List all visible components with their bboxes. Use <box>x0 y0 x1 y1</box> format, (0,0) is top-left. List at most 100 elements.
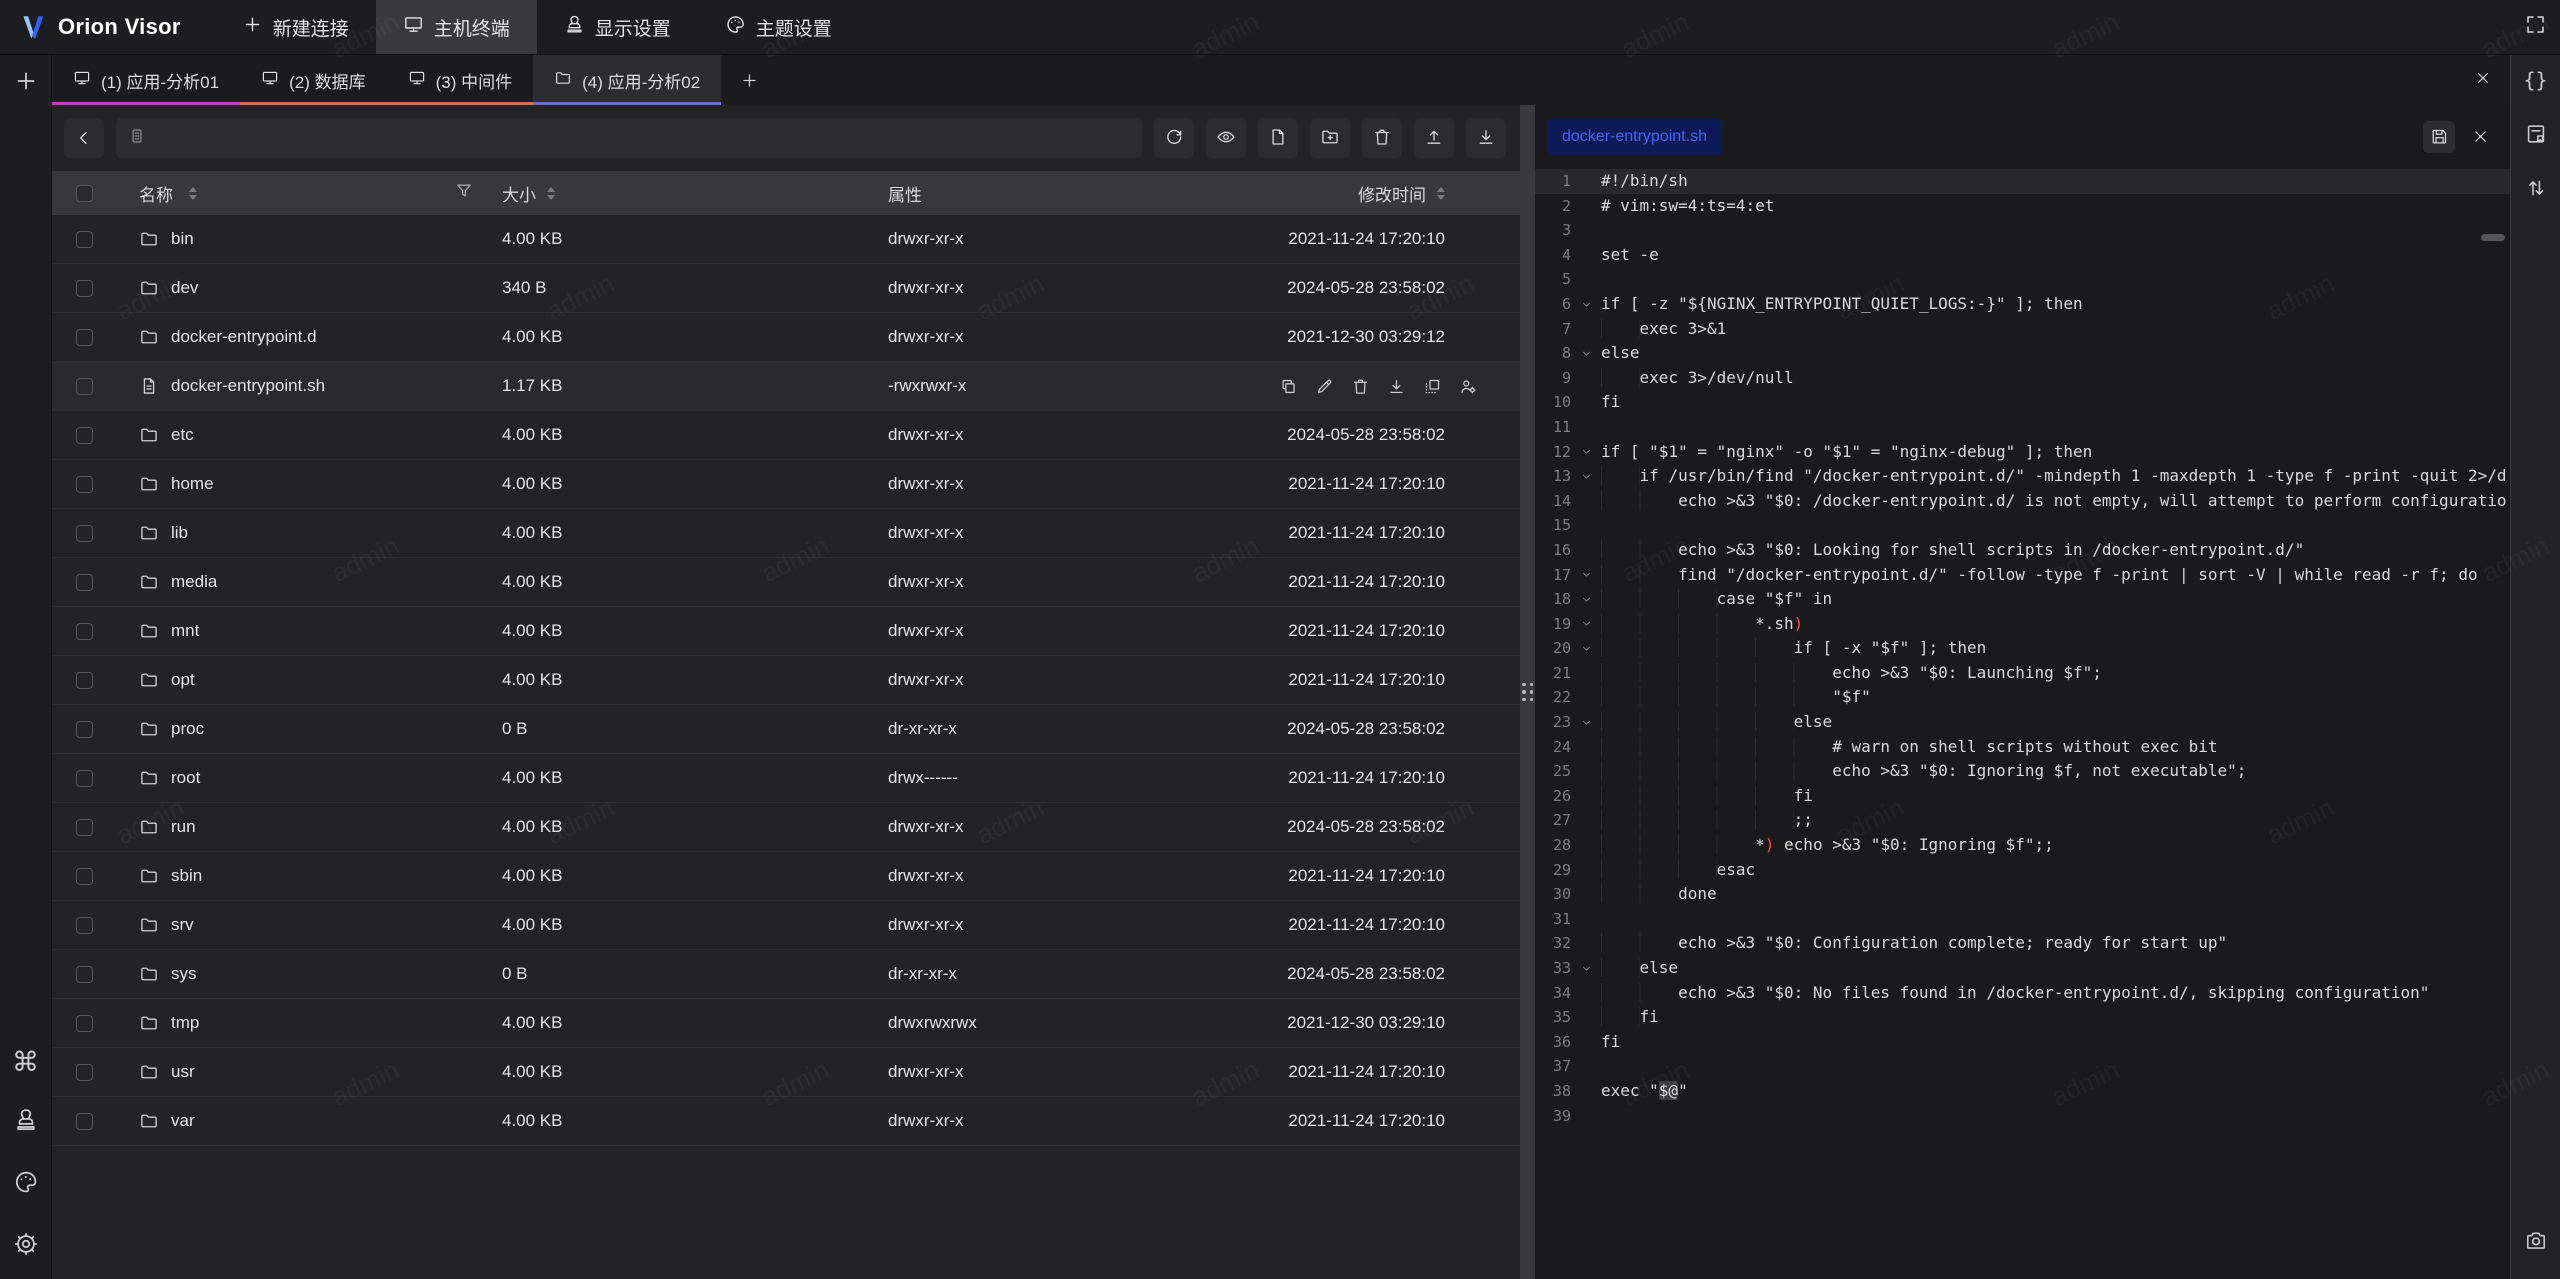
edit-icon[interactable] <box>1315 377 1334 396</box>
row-checkbox[interactable] <box>76 917 93 934</box>
editor-file-tab[interactable]: docker-entrypoint.sh <box>1547 119 1722 155</box>
fold-chevron-icon[interactable] <box>1573 587 1599 612</box>
row-checkbox[interactable] <box>76 770 93 787</box>
menu-item-3[interactable]: 显示设置 <box>537 0 698 54</box>
new-file-button[interactable] <box>1258 118 1298 158</box>
table-row[interactable]: sbin4.00 KBdrwxr-xr-x2021-11-24 17:20:10 <box>52 852 1520 901</box>
row-checkbox[interactable] <box>76 525 93 542</box>
fold-chevron-icon[interactable] <box>1573 956 1599 981</box>
sort-caret-icon[interactable] <box>189 187 197 200</box>
delete-button[interactable] <box>1362 118 1402 158</box>
column-header-1[interactable]: 名称 <box>118 181 492 206</box>
table-row[interactable]: opt4.00 KBdrwxr-xr-x2021-11-24 17:20:10 <box>52 656 1520 705</box>
sidebar-plus-button[interactable] <box>13 68 39 99</box>
row-checkbox[interactable] <box>76 819 93 836</box>
strip-sort-switch-button[interactable] <box>2524 176 2548 200</box>
app-logo[interactable]: Orion Visor <box>0 0 215 54</box>
upload-button[interactable] <box>1414 118 1454 158</box>
table-row[interactable]: docker-entrypoint.sh1.17 KB-rwxrwxr-x <box>52 362 1520 411</box>
scrollbar-thumb[interactable] <box>2481 234 2505 241</box>
table-row[interactable]: root4.00 KBdrwx------2021-11-24 17:20:10 <box>52 754 1520 803</box>
download-icon[interactable] <box>1387 377 1406 396</box>
table-row[interactable]: mnt4.00 KBdrwxr-xr-x2021-11-24 17:20:10 <box>52 607 1520 656</box>
table-row[interactable]: media4.00 KBdrwxr-xr-x2021-11-24 17:20:1… <box>52 558 1520 607</box>
row-checkbox[interactable] <box>76 966 93 983</box>
code-token: * <box>1755 835 1765 854</box>
fold-chevron-icon[interactable] <box>1573 710 1599 735</box>
row-checkbox[interactable] <box>76 721 93 738</box>
download-button[interactable] <box>1466 118 1506 158</box>
row-checkbox[interactable] <box>76 476 93 493</box>
path-input[interactable] <box>154 129 1130 147</box>
fold-chevron-icon[interactable] <box>1573 292 1599 317</box>
row-checkbox[interactable] <box>76 378 93 395</box>
table-row[interactable]: lib4.00 KBdrwxr-xr-x2021-11-24 17:20:10 <box>52 509 1520 558</box>
fold-chevron-icon[interactable] <box>1573 636 1599 661</box>
new-folder-button[interactable] <box>1310 118 1350 158</box>
sidebar-gear-button[interactable] <box>13 1231 39 1262</box>
row-checkbox[interactable] <box>76 574 93 591</box>
row-checkbox[interactable] <box>76 329 93 346</box>
column-header-2[interactable]: 大小 <box>492 181 878 206</box>
fold-chevron-icon[interactable] <box>1573 440 1599 465</box>
table-row[interactable]: proc0 Bdr-xr-xr-x2024-05-28 23:58:02 <box>52 705 1520 754</box>
row-checkbox[interactable] <box>76 1113 93 1130</box>
sidebar-command-button[interactable]: ⌘ <box>12 1049 39 1076</box>
copy-icon[interactable] <box>1279 377 1298 396</box>
permission-icon[interactable] <box>1459 377 1478 396</box>
table-row[interactable]: run4.00 KBdrwxr-xr-x2024-05-28 23:58:02 <box>52 803 1520 852</box>
table-row[interactable]: usr4.00 KBdrwxr-xr-x2021-11-24 17:20:10 <box>52 1048 1520 1097</box>
table-row[interactable]: docker-entrypoint.d4.00 KBdrwxr-xr-x2021… <box>52 313 1520 362</box>
fold-chevron-icon[interactable] <box>1573 464 1599 489</box>
row-checkbox[interactable] <box>76 1064 93 1081</box>
table-row[interactable]: srv4.00 KBdrwxr-xr-x2021-11-24 17:20:10 <box>52 901 1520 950</box>
row-checkbox[interactable] <box>76 868 93 885</box>
row-checkbox[interactable] <box>76 427 93 444</box>
eye-button[interactable] <box>1206 118 1246 158</box>
refresh-button[interactable] <box>1154 118 1194 158</box>
fullscreen-button[interactable] <box>2524 13 2547 41</box>
panel-splitter[interactable] <box>1520 105 1535 1279</box>
delete-icon[interactable] <box>1351 377 1370 396</box>
strip-camera-button[interactable] <box>2524 1228 2548 1252</box>
row-checkbox[interactable] <box>76 623 93 640</box>
table-row[interactable]: var4.00 KBdrwxr-xr-x2021-11-24 17:20:10 <box>52 1097 1520 1146</box>
sidebar-stamp-button[interactable] <box>13 1107 39 1138</box>
add-tab-button[interactable] <box>721 55 778 105</box>
strip-file-bookmark-button[interactable] <box>2524 122 2548 146</box>
table-row[interactable]: dev340 Bdrwxr-xr-x2024-05-28 23:58:02 <box>52 264 1520 313</box>
fold-chevron-icon[interactable] <box>1573 612 1599 637</box>
row-checkbox[interactable] <box>76 280 93 297</box>
row-checkbox[interactable] <box>76 672 93 689</box>
table-row[interactable]: home4.00 KBdrwxr-xr-x2021-11-24 17:20:10 <box>52 460 1520 509</box>
terminal-tab-1[interactable]: (1) 应用-分析01 <box>52 55 240 105</box>
table-row[interactable]: sys0 Bdr-xr-xr-x2024-05-28 23:58:02 <box>52 950 1520 999</box>
editor-close-icon[interactable] <box>2471 127 2490 146</box>
tabbar-close-icon[interactable] <box>2474 69 2492 92</box>
menu-item-2[interactable]: 主机终端 <box>376 0 537 54</box>
terminal-tab-4[interactable]: (4) 应用-分析02 <box>533 55 721 105</box>
table-row[interactable]: tmp4.00 KBdrwxrwxrwx2021-12-30 03:29:10 <box>52 999 1520 1048</box>
menu-item-1[interactable]: 新建连接 <box>215 0 376 54</box>
row-checkbox[interactable] <box>76 1015 93 1032</box>
filter-icon[interactable] <box>454 181 474 206</box>
column-header-4[interactable]: 修改时间 <box>1278 181 1520 206</box>
save-button[interactable] <box>2423 121 2455 153</box>
sort-caret-icon[interactable] <box>1437 187 1445 200</box>
terminal-tab-3[interactable]: (3) 中间件 <box>387 55 534 105</box>
back-button[interactable] <box>64 118 104 158</box>
sort-caret-icon[interactable] <box>547 187 555 200</box>
move-icon[interactable] <box>1423 377 1442 396</box>
table-row[interactable]: bin4.00 KBdrwxr-xr-x2021-11-24 17:20:10 <box>52 215 1520 264</box>
table-row[interactable]: etc4.00 KBdrwxr-xr-x2024-05-28 23:58:02 <box>52 411 1520 460</box>
select-all-checkbox[interactable] <box>76 185 93 202</box>
fold-chevron-icon[interactable] <box>1573 563 1599 588</box>
sidebar-palette-button[interactable] <box>13 1169 39 1200</box>
terminal-tab-2[interactable]: (2) 数据库 <box>240 55 387 105</box>
fold-chevron-icon[interactable] <box>1573 341 1599 366</box>
strip-braces-button[interactable]: {} <box>2523 68 2547 92</box>
code-editor[interactable]: 1#!/bin/sh2# vim:sw=4:ts=4:et34set -e56i… <box>1535 168 2510 1279</box>
row-checkbox[interactable] <box>76 231 93 248</box>
menu-item-4[interactable]: 主题设置 <box>698 0 859 54</box>
path-list-icon[interactable] <box>128 127 146 150</box>
